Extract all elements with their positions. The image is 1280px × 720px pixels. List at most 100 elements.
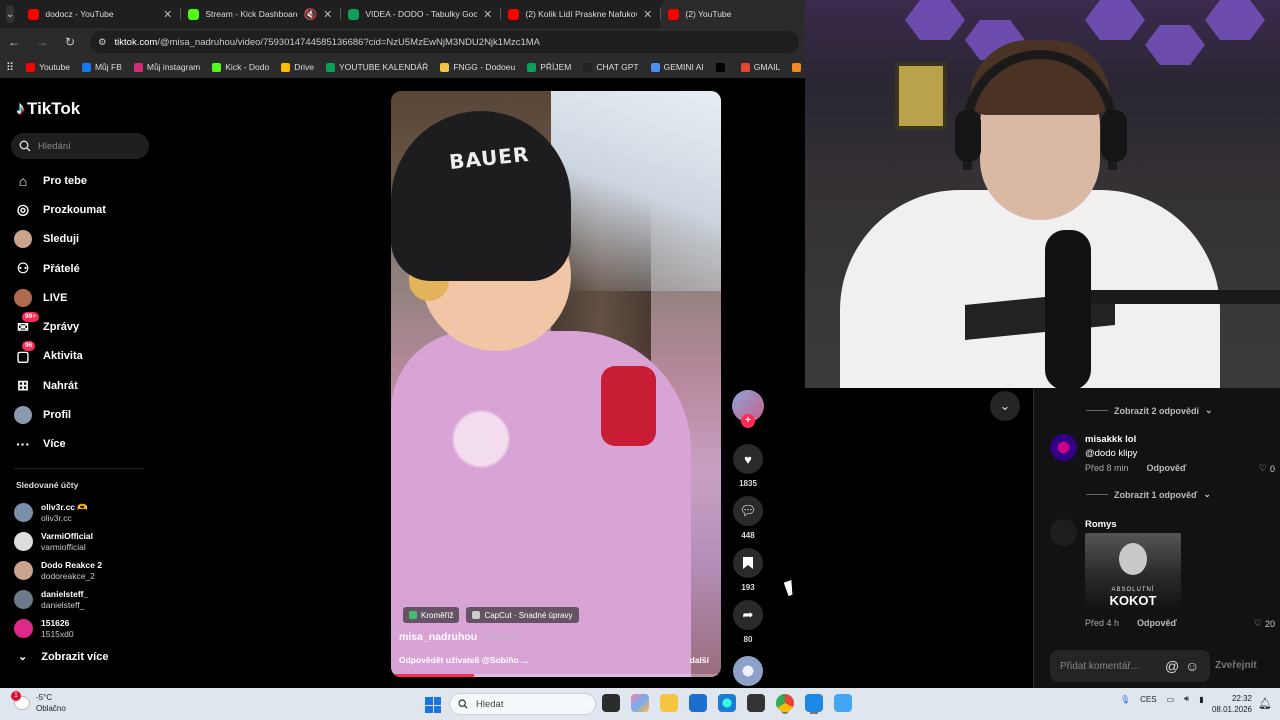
search-input[interactable]: Hledání — [11, 133, 149, 159]
sidebar-item-přátelé[interactable]: ⚇ Přátelé — [14, 254, 174, 283]
back-icon[interactable]: ← — [6, 35, 22, 49]
sidebar-item-profil[interactable]: Profil — [14, 400, 174, 429]
show-more-button[interactable]: ⌄ Zobrazit více — [18, 650, 108, 664]
followed-account[interactable]: Dodo Reakce 2 dodoreakce_2 — [14, 556, 174, 585]
video-reply-caption[interactable]: Odpovědět uživateli @Sobíňo ... — [399, 655, 528, 665]
followed-account[interactable]: danielsteff_ danielsteff_ — [14, 585, 174, 614]
save-button[interactable] — [733, 548, 763, 578]
browser-tab[interactable]: dodocz - YouTube ✕ — [20, 0, 180, 28]
sidebar-item-aktivita[interactable]: ▢ 96 Aktivita — [14, 341, 174, 371]
sidebar-item-sleduji[interactable]: Sleduji — [14, 225, 174, 254]
video-more-link[interactable]: další — [690, 655, 709, 665]
capcut-tag[interactable]: CapCut · Snadné úpravy — [466, 607, 579, 623]
browser-tab[interactable]: Stream - Kick Dashboard 🔇 ✕ — [180, 0, 340, 28]
comment-avatar[interactable] — [1050, 519, 1077, 546]
network-icon[interactable]: ▭ — [1167, 695, 1175, 704]
app-icon-1[interactable] — [805, 694, 823, 712]
bookmark-item[interactable]: GEMINI AI — [650, 62, 704, 72]
post-comment-button[interactable]: Zveřejnit — [1215, 660, 1257, 671]
comment-button[interactable]: 💬︎ — [733, 496, 763, 526]
tab-search-button[interactable]: ⌄ — [6, 5, 15, 23]
follow-plus-button[interactable]: + — [741, 414, 755, 428]
bookmark-item[interactable]: Kick - Dodo — [212, 62, 269, 72]
comment-username[interactable]: misakkk lol — [1085, 434, 1136, 445]
forward-icon[interactable]: → — [34, 35, 50, 49]
home-icon: ⌂ — [14, 172, 32, 190]
clock[interactable]: 22:32 08.01.2026 — [1210, 693, 1252, 715]
site-info-icon[interactable]: ⚙ — [98, 37, 107, 48]
sidebar-item-live[interactable]: LIVE — [14, 283, 174, 312]
bookmark-item[interactable]: Můj instagram — [133, 62, 200, 72]
language-indicator[interactable]: CES — [1140, 695, 1156, 704]
tab-muted-icon[interactable]: 🔇 — [303, 8, 317, 21]
view-replies-button[interactable]: Zobrazit 1 odpověď ⌄ — [1086, 489, 1211, 500]
bookmark-item[interactable] — [715, 62, 729, 72]
tab-close-icon[interactable]: ✕ — [483, 8, 492, 21]
sidebar-item-zprávy[interactable]: ✉ 99+ Zprávy — [14, 312, 174, 341]
weather-widget[interactable]: 1 -5°C Oblačno — [11, 691, 66, 714]
task-view-icon[interactable] — [602, 694, 620, 712]
taskbar-search[interactable]: Hledat — [449, 693, 596, 715]
bookmark-item[interactable]: PŘÍJEM — [527, 62, 571, 72]
start-button[interactable] — [425, 697, 441, 713]
tab-close-icon[interactable]: ✕ — [163, 8, 172, 21]
followed-account[interactable]: 151626 1515xd0 — [14, 614, 174, 643]
creator-avatar[interactable]: + — [732, 390, 764, 428]
edge-icon[interactable] — [718, 694, 736, 712]
music-disc[interactable] — [733, 656, 763, 686]
volume-icon[interactable]: 🔊︎ — [1184, 694, 1189, 704]
terminal-icon[interactable] — [747, 694, 765, 712]
comment-username[interactable]: Romys — [1085, 519, 1117, 530]
mention-icon[interactable]: @ — [1165, 658, 1179, 674]
browser-tab[interactable]: (2) YouTube✕ — [660, 0, 821, 28]
bookmark-item[interactable]: GMAIL — [740, 62, 780, 72]
sidebar-item-více[interactable]: ··· Více — [14, 430, 174, 459]
comment-image[interactable]: ABSOLUTNÍ KOKOT — [1085, 533, 1181, 611]
bookmark-item[interactable]: EMAIL — [792, 62, 805, 72]
bookmark-item[interactable]: CHAT GPT — [583, 62, 639, 72]
comment-reply-button[interactable]: Odpověď — [1137, 618, 1177, 628]
friends-icon-glyph: ⚇ — [16, 260, 30, 277]
emoji-icon[interactable]: ☺ — [1185, 658, 1199, 674]
sidebar-item-nahrát[interactable]: ⊞ Nahrát — [14, 371, 174, 400]
view-replies-button[interactable]: Zobrazit 2 odpovědí ⌄ — [1086, 405, 1213, 416]
comment-reply-button[interactable]: Odpověď — [1147, 463, 1187, 473]
collapse-comments-button[interactable]: ⌄ — [990, 391, 1020, 421]
sidebar-item-label: Prozkoumat — [43, 203, 106, 216]
video-player[interactable]: BAUER Kroměříž CapCut · Snadné úpravy mi… — [391, 91, 721, 677]
file-explorer-icon[interactable] — [660, 694, 678, 712]
browser-tab[interactable]: (2) Kolik Lidí Praskne Nafukova ✕ — [500, 0, 660, 28]
sidebar-item-prozkoumat[interactable]: ◎ Prozkoumat — [14, 195, 174, 224]
comment-like-button[interactable]: ♡ 0 — [1259, 463, 1275, 474]
location-tag[interactable]: Kroměříž — [403, 607, 460, 623]
url-input[interactable]: ⚙ tiktok.com/@misa_nadruhou/video/759301… — [90, 31, 799, 53]
chrome-icon[interactable] — [776, 694, 794, 712]
video-author[interactable]: misa_nadruhou · Před 5 h — [399, 631, 522, 643]
outlook-icon[interactable] — [689, 694, 707, 712]
bookmark-item[interactable]: Můj FB — [81, 62, 122, 72]
video-progress-fill — [391, 674, 474, 677]
copilot-icon[interactable] — [631, 694, 649, 712]
bookmark-item[interactable]: YOUTUBE KALENDÁŘ — [326, 62, 428, 72]
tab-close-icon[interactable]: ✕ — [643, 8, 652, 21]
share-button[interactable]: ➦ — [733, 600, 763, 630]
browser-tab[interactable]: VIDEA - DODO - Tabulky Goog ✕ — [340, 0, 500, 28]
bookmark-item[interactable]: Drive — [281, 62, 314, 72]
reload-icon[interactable]: ↻ — [62, 35, 78, 49]
followed-account[interactable]: oliv3r.cc 🫶 oliv3r.cc — [14, 498, 174, 527]
comment-avatar[interactable] — [1050, 434, 1077, 461]
tab-close-icon[interactable]: ✕ — [323, 8, 332, 21]
followed-account[interactable]: VarmiOfficial varmiofficial — [14, 527, 174, 556]
notification-bell-icon[interactable]: 🔔︎ — [1258, 697, 1272, 710]
app-icon-2[interactable] — [834, 694, 852, 712]
battery-icon[interactable]: ▮ — [1199, 695, 1203, 704]
apps-grid-icon[interactable]: ⠿ — [6, 61, 14, 74]
microphone-icon[interactable]: 🎙︎ — [1120, 695, 1130, 704]
bookmark-item[interactable]: FNGG - Dodoeu — [440, 62, 515, 72]
video-progress-bar[interactable] — [391, 674, 721, 677]
tiktok-logo[interactable]: ♪ TikTok — [16, 98, 80, 119]
like-button[interactable]: ♥ — [733, 444, 763, 474]
bookmark-item[interactable]: Youtube — [26, 62, 70, 72]
comment-like-button[interactable]: ♡ 20 — [1254, 618, 1275, 629]
sidebar-item-pro-tebe[interactable]: ⌂ Pro tebe — [14, 166, 174, 195]
